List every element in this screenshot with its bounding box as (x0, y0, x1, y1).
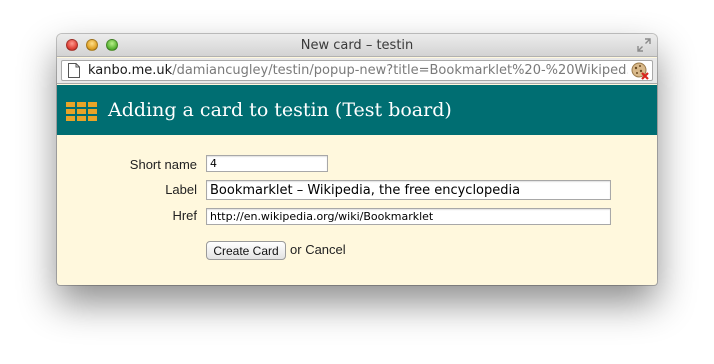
short-name-label: Short name (129, 157, 197, 172)
title-bar: New card – testin (57, 34, 657, 57)
href-label: Href (172, 208, 197, 223)
window-title: New card – testin (300, 38, 414, 53)
href-input[interactable] (206, 208, 611, 225)
board-logo-icon (66, 102, 97, 121)
cookie-blocked-icon[interactable] (631, 62, 649, 80)
url-path: /damiancugley/testin/popup-new?title=Boo… (172, 63, 628, 78)
add-card-form: Short name Label Href Create Card or Can… (57, 135, 657, 285)
url-field[interactable]: kanbo.me.uk/damiancugley/testin/popup-ne… (61, 60, 653, 81)
label-label: Label (165, 182, 197, 197)
short-name-input[interactable] (206, 155, 328, 172)
create-card-button[interactable]: Create Card (206, 241, 286, 260)
or-cancel: or Cancel (290, 242, 346, 257)
url-text: kanbo.me.uk/damiancugley/testin/popup-ne… (88, 63, 628, 78)
document-icon (68, 63, 80, 78)
page-title: Adding a card to testin (Test board) (108, 99, 452, 121)
label-input[interactable] (206, 180, 611, 200)
address-bar: kanbo.me.uk/damiancugley/testin/popup-ne… (57, 58, 657, 84)
popup-window: New card – testin kanbo.me.uk/damiancugl… (57, 34, 657, 285)
cancel-link[interactable]: Cancel (305, 242, 345, 257)
url-host: kanbo.me.uk (88, 63, 173, 78)
page-header: Adding a card to testin (Test board) (57, 85, 657, 135)
or-text: or (290, 242, 302, 257)
resize-icon[interactable] (637, 38, 651, 52)
